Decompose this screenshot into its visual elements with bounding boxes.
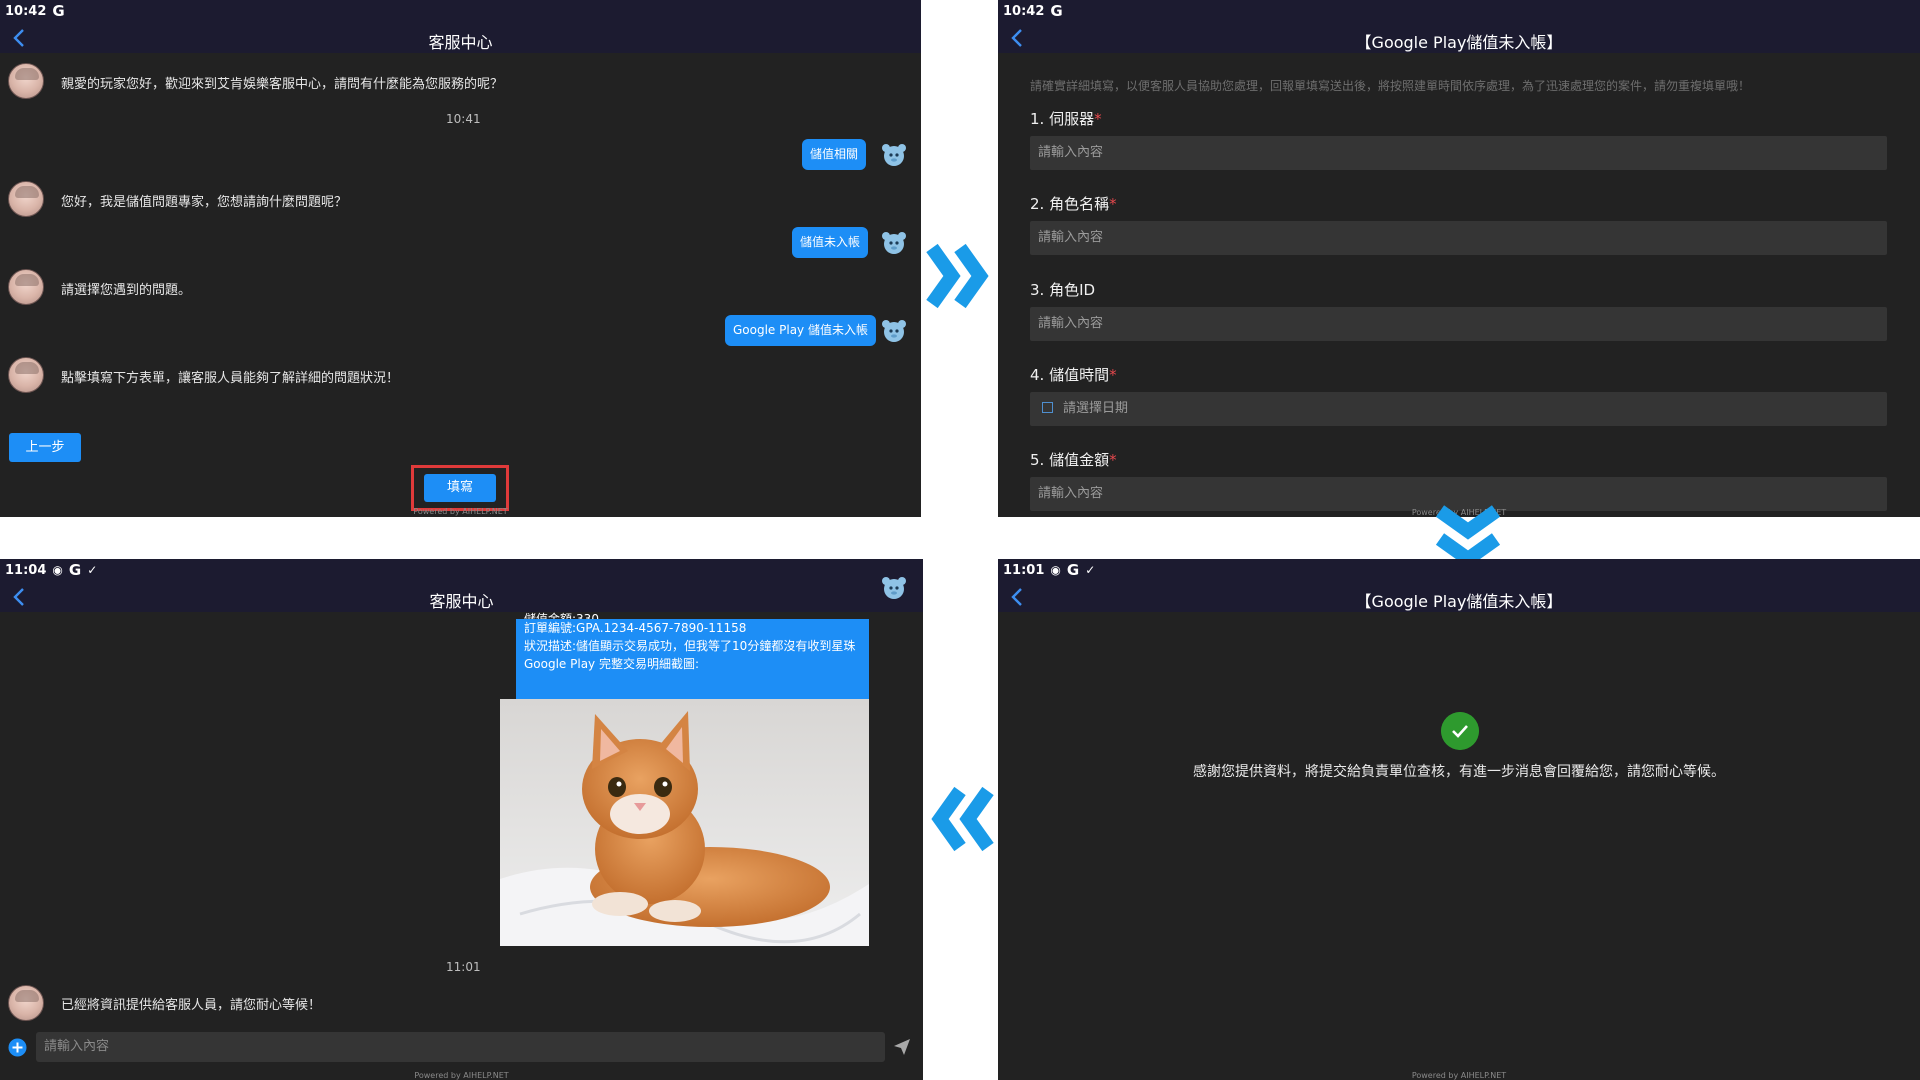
form-intro: 請確實詳細填寫，以便客服人員協助您處理，回報單填寫送出後，將按照建單時間依序處理… [1030, 79, 1751, 93]
bot-avatar-icon [882, 320, 906, 342]
palette-icon: ◉ [52, 563, 63, 577]
status-time: 11:01 [1003, 562, 1045, 578]
top-bar: 10:42 G 客服中心 [0, 0, 921, 53]
confirmation-message: 感謝您提供資料，將提交給負責單位查核，有進一步消息會回覆給您，請您耐心等候。 [1193, 764, 1725, 780]
character-id-input[interactable]: 請輸入內容 [1030, 307, 1887, 341]
palette-icon: ◉ [1050, 563, 1061, 577]
server-input[interactable]: 請輸入內容 [1030, 136, 1887, 170]
powered-by: Powered by AIHELP.NET [1411, 1071, 1507, 1080]
chat-line: Google Play 完整交易明細截圖: [524, 657, 700, 671]
user-reply-bubble: 儲值相關 [802, 139, 867, 170]
chat-line: 儲值金額:330 [524, 612, 599, 619]
status-time: 10:42 [1003, 3, 1045, 19]
field-label-server: 1. 伺服器* [1030, 110, 1102, 128]
top-bar: 10:42 G 【Google Play儲值未入帳】 [998, 0, 1920, 53]
avatar [8, 63, 44, 99]
google-g-icon: G [1050, 2, 1063, 20]
avatar [8, 985, 44, 1021]
panel-submitted: 11:01 ◉ G ✓ 【Google Play儲值未入帳】 感謝您提供資料，將… [998, 559, 1920, 1080]
status-bar: 11:01 ◉ G ✓ [1003, 561, 1095, 579]
panel-chat-result: 11:04 ◉ G ✓ 客服中心 儲值金額:330 訂單編號:GPA.1234-… [0, 559, 923, 1080]
google-g-icon: G [52, 2, 65, 20]
check-icon [1441, 712, 1479, 750]
calendar-icon [1042, 402, 1053, 413]
bot-avatar-icon [882, 144, 906, 166]
top-bar: 11:01 ◉ G ✓ 【Google Play儲值未入帳】 [998, 559, 1920, 612]
download-done-icon: ✓ [1085, 563, 1096, 577]
google-g-icon: G [1066, 561, 1080, 579]
powered-by: Powered by AIHELP.NET [413, 507, 508, 516]
page-title: 【Google Play儲值未入帳】 [1355, 33, 1563, 52]
chat-line: 狀況描述:儲值顯示交易成功，但我等了10分鐘都沒有收到星珠 [524, 639, 856, 653]
powered-by: Powered by AIHELP.NET [414, 1071, 509, 1080]
status-bar: 10:42 G [5, 2, 65, 20]
status-bar: 11:04 ◉ G ✓ [5, 561, 97, 579]
purchase-date-picker[interactable]: 請選擇日期 [1030, 392, 1887, 426]
agent-message: 您好，我是儲值問題專家，您想請詢什麼問題呢？ [61, 195, 348, 210]
page-title: 客服中心 [428, 33, 493, 52]
field-label-character-id: 3. 角色ID [1030, 281, 1096, 299]
page-title: 【Google Play儲值未入帳】 [1355, 592, 1563, 611]
field-label-character-name: 2. 角色名稱* [1030, 195, 1117, 213]
fill-form-button[interactable]: 填寫 [424, 474, 496, 502]
message-input[interactable]: 請輸入內容 [36, 1032, 885, 1062]
google-g-icon: G [68, 561, 82, 579]
prev-step-button[interactable]: 上一步 [9, 433, 81, 462]
transaction-screenshot-image[interactable] [500, 699, 869, 946]
timestamp: 11:01 [446, 960, 481, 974]
download-done-icon: ✓ [87, 563, 98, 577]
tutorial-collage: 10:42 G 客服中心 親愛的玩家您好，歡迎來到艾肯娛樂客服中心，請問有什麼能… [0, 0, 1920, 1080]
field-label-amount: 5. 儲值金額* [1030, 451, 1117, 469]
avatar [8, 357, 44, 393]
user-reply-bubble: 儲值未入帳 [792, 227, 869, 258]
double-chevron-left-icon [931, 786, 994, 852]
bot-avatar-icon [882, 232, 906, 254]
avatar [8, 181, 44, 217]
field-label-purchase-time: 4. 儲值時間* [1030, 366, 1117, 384]
panel-chat-start: 10:42 G 客服中心 親愛的玩家您好，歡迎來到艾肯娛樂客服中心，請問有什麼能… [0, 0, 921, 517]
chat-line: 訂單編號:GPA.1234-4567-7890-11158 [524, 621, 747, 635]
user-reply-bubble: Google Play 儲值未入帳 [725, 315, 876, 346]
top-bar: 11:04 ◉ G ✓ 客服中心 [0, 559, 923, 612]
avatar [8, 269, 44, 305]
agent-message: 親愛的玩家您好，歡迎來到艾肯娛樂客服中心，請問有什麼能為您服務的呢？ [61, 77, 504, 92]
agent-message: 已經將資訊提供給客服人員，請您耐心等候！ [61, 998, 322, 1013]
status-time: 10:42 [5, 3, 47, 19]
page-title: 客服中心 [429, 592, 494, 611]
status-time: 11:04 [5, 562, 47, 578]
bot-avatar-icon [882, 577, 906, 599]
send-icon[interactable] [893, 1038, 911, 1056]
status-bar: 10:42 G [1003, 2, 1063, 20]
panel-form: 10:42 G 【Google Play儲值未入帳】 請確實詳細填寫，以便客服人… [998, 0, 1920, 517]
agent-message: 點擊填寫下方表單，讓客服人員能夠了解詳細的問題狀況！ [61, 371, 400, 386]
add-circle-icon[interactable] [8, 1038, 27, 1057]
character-name-input[interactable]: 請輸入內容 [1030, 221, 1887, 255]
double-chevron-right-icon [926, 243, 989, 309]
agent-message: 請選擇您遇到的問題。 [61, 283, 192, 298]
timestamp: 10:41 [446, 112, 481, 126]
